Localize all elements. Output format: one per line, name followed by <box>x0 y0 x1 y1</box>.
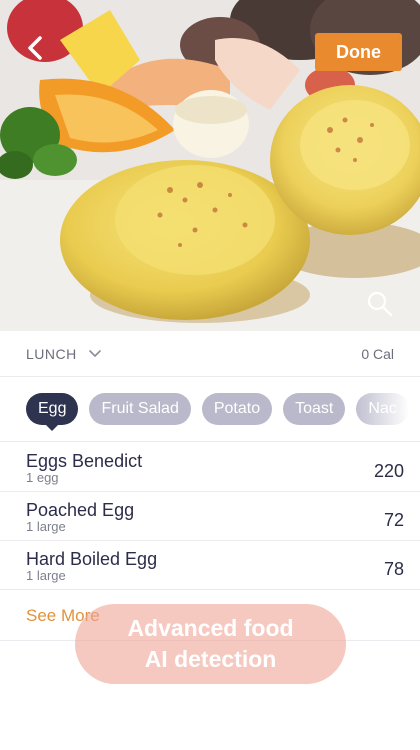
chip-nac[interactable]: Nac <box>356 393 409 425</box>
category-chips: Egg Fruit Salad Potato Toast Nac <box>0 378 420 442</box>
list-item[interactable]: Poached Egg 1 large 72 <box>0 492 420 541</box>
chevron-left-icon[interactable] <box>18 30 54 66</box>
chip-track: Egg Fruit Salad Potato Toast Nac <box>26 393 409 431</box>
chip-toast[interactable]: Toast <box>283 393 346 425</box>
food-name: Eggs Benedict <box>26 451 143 471</box>
food-name: Hard Boiled Egg <box>26 549 158 569</box>
food-text: Hard Boiled Egg 1 large <box>26 549 384 583</box>
calorie-total: 0 Cal <box>361 345 394 362</box>
ai-badge-line-2: AI detection <box>144 646 277 672</box>
search-icon[interactable] <box>366 290 394 318</box>
food-photo: Done <box>0 0 420 331</box>
chip-egg[interactable]: Egg <box>26 393 79 431</box>
food-serving: 1 egg <box>26 470 59 485</box>
chip-fruit-salad[interactable]: Fruit Salad <box>89 393 191 425</box>
ai-badge-line-1: Advanced food <box>127 615 294 641</box>
food-calories: 72 <box>383 510 404 530</box>
meal-selector[interactable]: LUNCH <box>26 346 101 362</box>
food-list: Eggs Benedict 1 egg 220 Poached Egg 1 la… <box>0 443 420 590</box>
food-name: Poached Egg <box>26 500 135 520</box>
food-calories: 220 <box>373 461 404 481</box>
chevron-down-icon <box>88 349 101 357</box>
done-button[interactable]: Done <box>315 33 402 71</box>
ai-detection-badge: Advanced food AI detection <box>75 604 346 684</box>
food-text: Poached Egg 1 large <box>26 500 384 534</box>
food-serving: 1 large <box>26 568 66 583</box>
food-calories: 78 <box>383 559 404 579</box>
meal-label: LUNCH <box>26 345 77 362</box>
list-item[interactable]: Eggs Benedict 1 egg 220 <box>0 443 420 492</box>
chip-potato[interactable]: Potato <box>201 393 273 425</box>
food-text: Eggs Benedict 1 egg <box>26 451 374 485</box>
food-serving: 1 large <box>26 519 66 534</box>
meal-row: LUNCH 0 Cal <box>0 331 420 377</box>
list-item[interactable]: Hard Boiled Egg 1 large 78 <box>0 541 420 590</box>
